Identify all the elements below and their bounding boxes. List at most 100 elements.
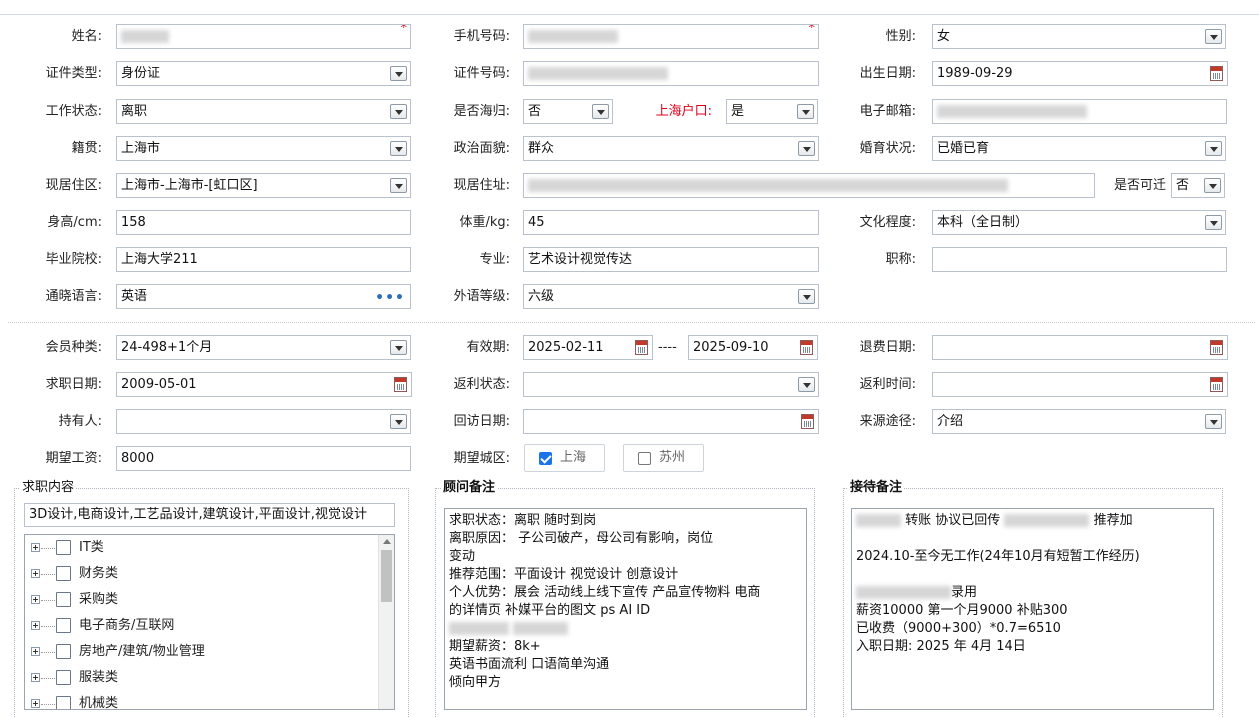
required-mark: * (400, 24, 408, 36)
chevron-down-icon[interactable] (390, 340, 407, 355)
checkbox-unchecked-icon[interactable] (638, 452, 651, 465)
job-category-tree[interactable]: IT类 财务类 采购类 电子商务/互联网 房地产/建筑/物业管理 服装类 机械类 (24, 534, 395, 710)
expected-salary-field[interactable]: 8000 (116, 446, 411, 471)
chevron-down-icon[interactable] (390, 104, 407, 119)
job-content-summary[interactable]: 3D设计,电商设计,工艺品设计,建筑设计,平面设计,视觉设计 (24, 503, 395, 527)
reception-notes-textarea[interactable]: 转账 协议已回传 推荐加 2024.10-至今无工作(24年10月有短暂工作经历… (851, 508, 1214, 710)
expand-icon[interactable] (31, 673, 40, 682)
revisit-date-field[interactable] (523, 409, 819, 434)
relocate-select[interactable]: 否 (1171, 173, 1225, 198)
chevron-down-icon[interactable] (390, 66, 407, 81)
chevron-down-icon[interactable] (1205, 414, 1222, 429)
chevron-down-icon[interactable] (797, 104, 814, 119)
language-value: 英语 (121, 289, 148, 304)
calendar-icon[interactable] (801, 414, 814, 429)
note-line (856, 566, 1209, 584)
calendar-icon[interactable] (800, 340, 813, 355)
scroll-up-icon[interactable] (383, 539, 391, 544)
chevron-down-icon[interactable] (390, 414, 407, 429)
residence-address-field[interactable] (523, 173, 1095, 198)
gender-select[interactable]: 女 (932, 24, 1226, 49)
job-content-summary-value: 3D设计,电商设计,工艺品设计,建筑设计,平面设计,视觉设计 (29, 507, 367, 522)
height-field[interactable]: 158 (116, 210, 411, 235)
chevron-down-icon[interactable] (798, 377, 815, 392)
birth-date-field[interactable]: 1989-09-29 (932, 61, 1228, 86)
chevron-down-icon[interactable] (1205, 141, 1222, 156)
calendar-icon[interactable] (1210, 377, 1223, 392)
chevron-down-icon[interactable] (390, 141, 407, 156)
calendar-icon[interactable] (635, 340, 648, 355)
expand-icon[interactable] (31, 543, 40, 552)
language-field[interactable]: 英语 ••• (116, 284, 411, 309)
residence-area-select[interactable]: 上海市-上海市-[虹口区] (116, 173, 411, 198)
city-option-shanghai[interactable]: 上海 (524, 444, 605, 472)
checkbox-icon[interactable] (56, 618, 71, 633)
holder-select[interactable] (116, 409, 411, 434)
calendar-icon[interactable] (394, 377, 407, 392)
hukou-select[interactable]: 是 (726, 99, 818, 124)
expand-icon[interactable] (31, 699, 40, 708)
expand-icon[interactable] (31, 595, 40, 604)
rebate-status-select[interactable] (523, 372, 819, 397)
member-type-value: 24-498+1个月 (121, 340, 213, 355)
member-type-select[interactable]: 24-498+1个月 (116, 335, 411, 360)
height-label: 身高/cm: (47, 215, 102, 230)
valid-from-value: 2025-02-11 (528, 340, 604, 355)
chevron-down-icon[interactable] (798, 289, 815, 304)
consultant-notes-textarea[interactable]: 求职状态：离职 随时到岗 离职原因： 子公司破产，母公司有影响，岗位 变动 推荐… (444, 508, 807, 710)
gender-value: 女 (937, 29, 951, 44)
refund-date-field[interactable] (932, 335, 1228, 360)
member-type-label: 会员种类: (45, 340, 102, 355)
more-options-icon[interactable]: ••• (375, 287, 405, 308)
returnee-select[interactable]: 否 (523, 99, 613, 124)
calendar-icon[interactable] (1210, 66, 1223, 81)
expand-icon[interactable] (31, 569, 40, 578)
native-place-select[interactable]: 上海市 (116, 136, 411, 161)
valid-to-field[interactable]: 2025-09-10 (688, 335, 818, 360)
major-field[interactable]: 艺术设计视觉传达 (523, 247, 819, 272)
chevron-down-icon[interactable] (1205, 29, 1222, 44)
foreign-language-level-label: 外语等级: (453, 289, 510, 304)
chevron-down-icon[interactable] (390, 178, 407, 193)
name-field[interactable]: * (116, 24, 411, 49)
marital-select[interactable]: 已婚已育 (932, 136, 1226, 161)
tree-scrollbar[interactable] (378, 535, 394, 709)
scroll-thumb[interactable] (381, 550, 392, 602)
checkbox-icon[interactable] (56, 592, 71, 607)
residence-area-value: 上海市-上海市-[虹口区] (121, 178, 258, 193)
expand-icon[interactable] (31, 647, 40, 656)
foreign-language-level-select[interactable]: 六级 (523, 284, 819, 309)
checkbox-icon[interactable] (56, 696, 71, 709)
email-field[interactable] (932, 99, 1227, 124)
checkbox-icon[interactable] (56, 540, 71, 555)
tree-item-label: 采购类 (79, 592, 119, 607)
checkbox-icon[interactable] (56, 566, 71, 581)
chevron-down-icon[interactable] (798, 141, 815, 156)
calendar-icon[interactable] (1210, 340, 1223, 355)
job-content-title: 求职内容 (20, 480, 77, 496)
rebate-time-field[interactable] (932, 372, 1228, 397)
job-title-field[interactable] (932, 247, 1227, 272)
city-option-suzhou[interactable]: 苏州 (623, 444, 704, 472)
checkbox-checked-icon[interactable] (539, 452, 552, 465)
valid-from-field[interactable]: 2025-02-11 (523, 335, 653, 360)
native-place-value: 上海市 (121, 141, 161, 156)
work-status-label: 工作状态: (45, 104, 102, 119)
weight-field[interactable]: 45 (523, 210, 819, 235)
chevron-down-icon[interactable] (1204, 178, 1221, 193)
chevron-down-icon[interactable] (592, 104, 609, 119)
source-select[interactable]: 介绍 (932, 409, 1226, 434)
work-status-select[interactable]: 离职 (116, 99, 411, 124)
id-type-select[interactable]: 身份证 (116, 61, 411, 86)
chevron-down-icon[interactable] (1205, 215, 1222, 230)
school-field[interactable]: 上海大学211 (116, 247, 411, 272)
checkbox-icon[interactable] (56, 670, 71, 685)
job-date-field[interactable]: 2009-05-01 (116, 372, 412, 397)
political-select[interactable]: 群众 (523, 136, 819, 161)
expand-icon[interactable] (31, 621, 40, 630)
weight-value: 45 (528, 215, 545, 230)
id-number-field[interactable] (523, 61, 819, 86)
phone-field[interactable]: * (523, 24, 819, 49)
education-select[interactable]: 本科（全日制） (932, 210, 1226, 235)
checkbox-icon[interactable] (56, 644, 71, 659)
